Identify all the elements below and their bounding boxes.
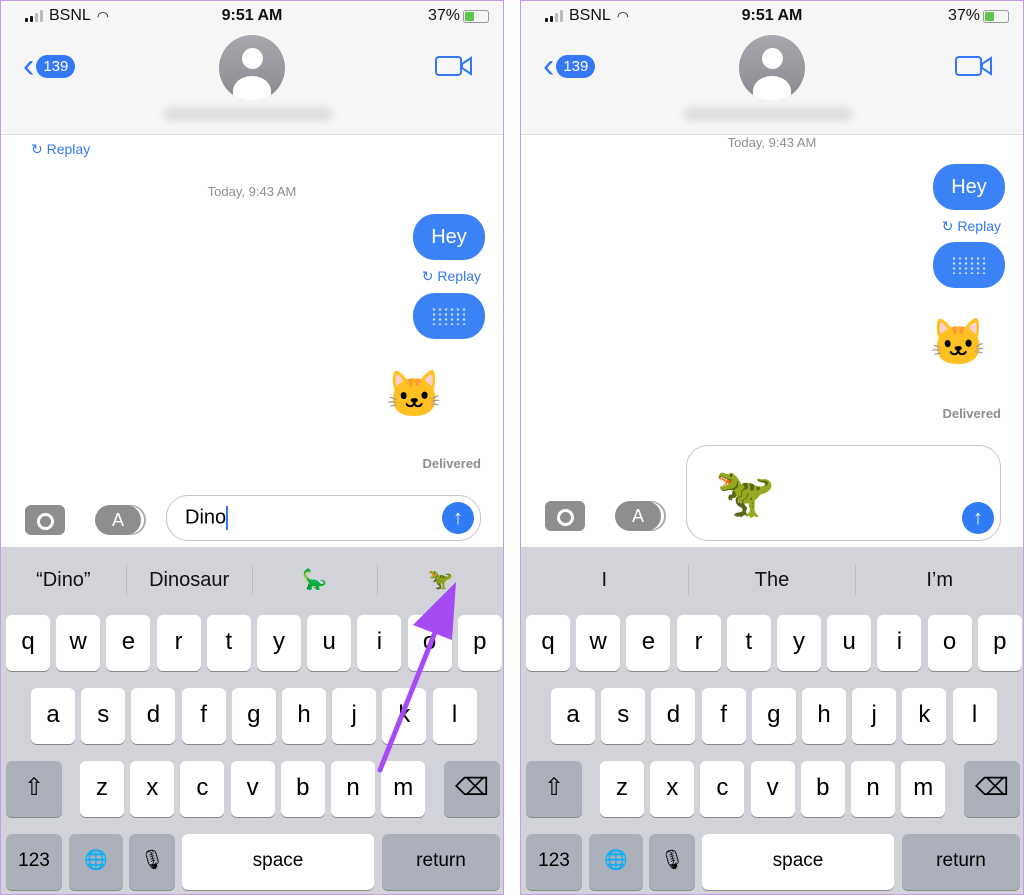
annotation-arrow: [377, 582, 456, 773]
